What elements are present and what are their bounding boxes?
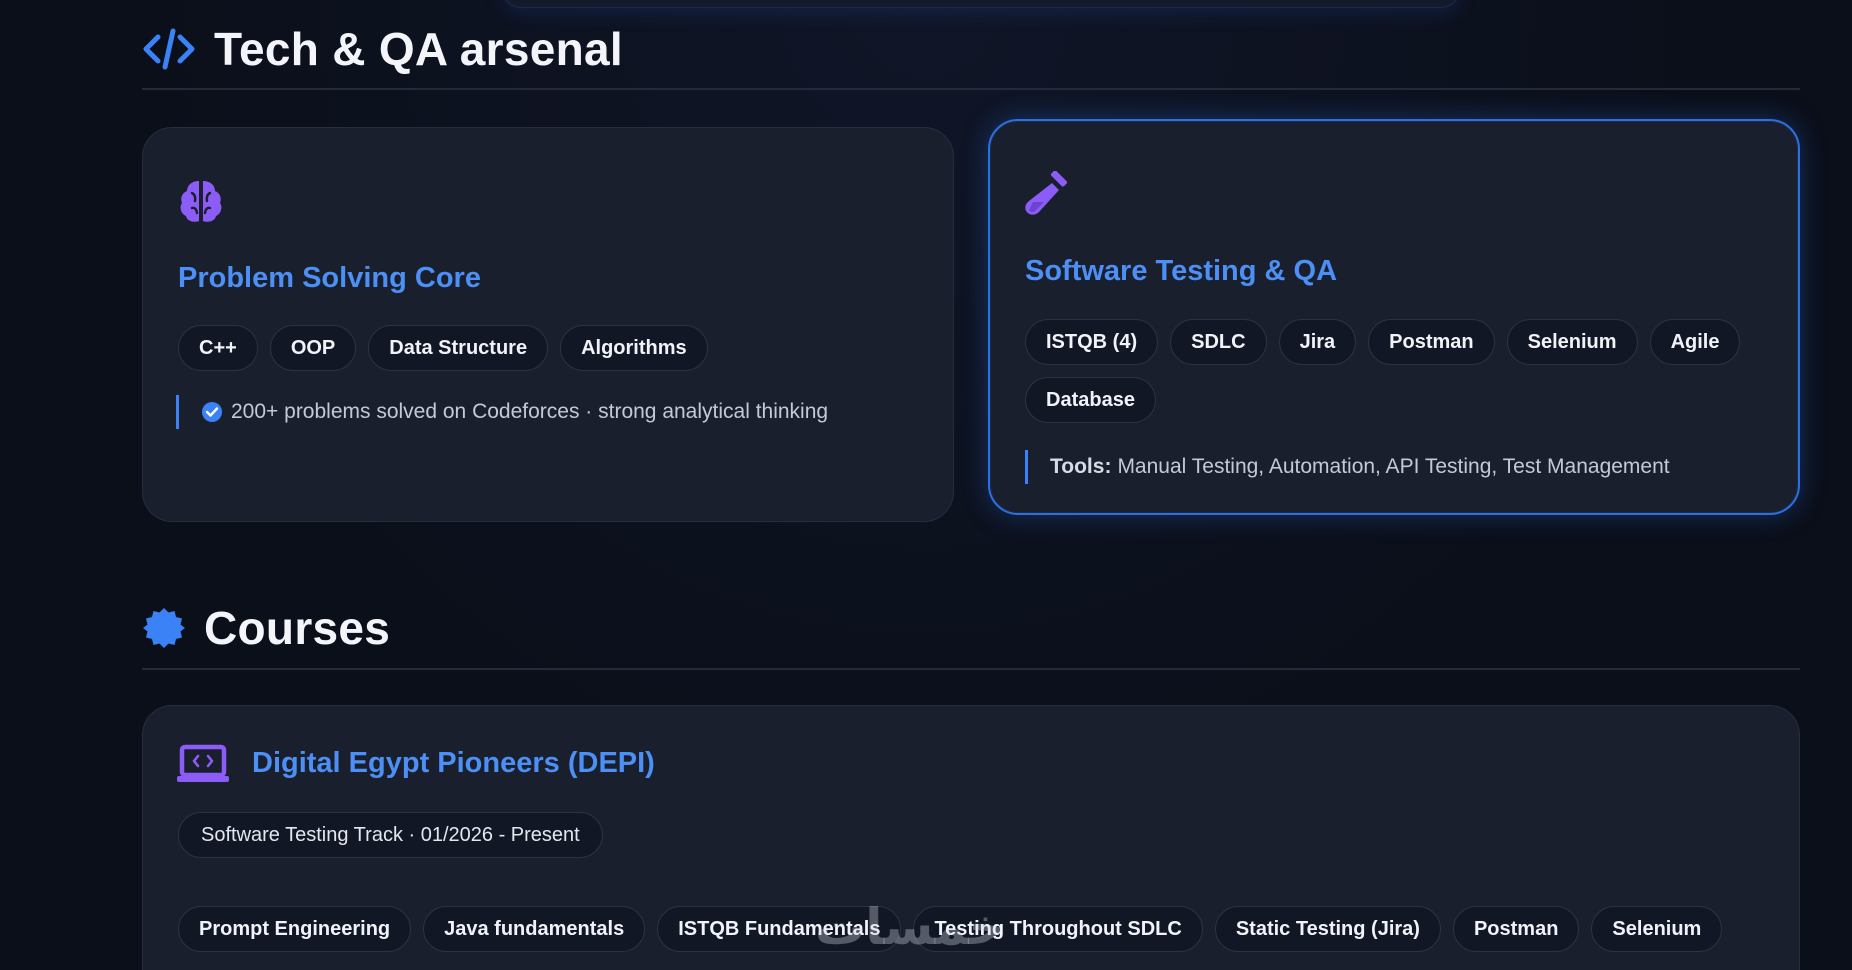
topic-chip: Testing Throughout SDLC	[913, 906, 1203, 952]
skill-chip: Database	[1025, 377, 1156, 423]
topic-chip: Java fundamentals	[423, 906, 646, 952]
course-topic-chips: Prompt Engineering Java fundamentals IST…	[178, 906, 1778, 952]
courses-section-header: Courses	[142, 588, 1800, 670]
page: Tech & QA arsenal Problem Solving Core C…	[0, 0, 1852, 970]
skill-chip: C++	[178, 325, 258, 371]
skill-chip: Selenium	[1506, 319, 1638, 365]
topic-chip: Static Testing (Jira)	[1214, 906, 1441, 952]
badge-icon	[142, 606, 186, 650]
top-nav-edge	[500, 0, 1462, 8]
depi-course-card: Digital Egypt Pioneers (DEPI) Software T…	[142, 705, 1800, 970]
course-title: Digital Egypt Pioneers (DEPI)	[252, 747, 655, 779]
skill-chip: OOP	[269, 325, 357, 371]
test-tube-icon	[1022, 170, 1070, 226]
skill-chip: Data Structure	[368, 325, 549, 371]
skill-chips: C++ OOP Data Structure Algorithms	[178, 325, 918, 371]
skill-chip: Postman	[1368, 319, 1495, 365]
skill-chips: ISTQB (4) SDLC Jira Postman Selenium Agi…	[1025, 319, 1765, 423]
card-title: Software Testing & QA	[1025, 255, 1338, 287]
card-title: Problem Solving Core	[178, 262, 481, 294]
code-icon	[142, 27, 196, 71]
section-title: Tech & QA arsenal	[214, 23, 624, 75]
topic-chip: Postman	[1452, 906, 1580, 952]
tools-value: Manual Testing, Automation, API Testing,…	[1117, 455, 1670, 478]
tools-label: Tools:	[1050, 455, 1112, 478]
topic-chip: Prompt Engineering	[178, 906, 412, 952]
tech-section-header: Tech & QA arsenal	[142, 10, 1800, 90]
problem-solving-card: Problem Solving Core C++ OOP Data Struct…	[142, 127, 954, 522]
note-text: 200+ problems solved on Codeforces · str…	[231, 400, 829, 423]
skill-chip: SDLC	[1170, 319, 1267, 365]
tools-note: Tools: Manual Testing, Automation, API T…	[1025, 450, 1670, 484]
skill-chip: Agile	[1649, 319, 1741, 365]
skill-chip: Jira	[1278, 319, 1357, 365]
brain-icon	[177, 177, 225, 230]
skill-chip: ISTQB (4)	[1025, 319, 1159, 365]
achievement-note: 200+ problems solved on Codeforces · str…	[176, 395, 828, 429]
topic-chip: Selenium	[1591, 906, 1723, 952]
course-period-badge: Software Testing Track · 01/2026 - Prese…	[178, 812, 603, 858]
check-circle-icon	[201, 401, 223, 423]
skill-chip: Algorithms	[560, 325, 708, 371]
software-testing-card: Software Testing & QA ISTQB (4) SDLC Jir…	[988, 119, 1800, 515]
topic-chip: ISTQB Fundamentals	[657, 906, 902, 952]
laptop-code-icon	[176, 744, 230, 789]
section-title: Courses	[204, 602, 391, 654]
